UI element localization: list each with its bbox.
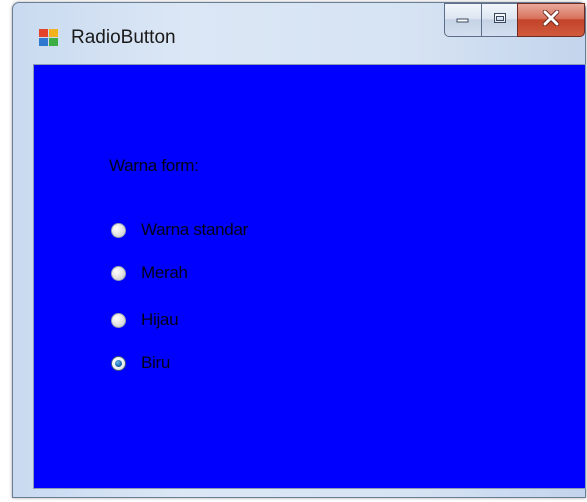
minimize-button[interactable] <box>444 3 481 37</box>
radio-circle[interactable] <box>111 312 126 328</box>
radio-hijau[interactable]: Hijau <box>111 308 179 332</box>
maximize-button[interactable] <box>481 3 517 37</box>
radio-label: Warna standar <box>141 220 248 239</box>
radio-warna-standar[interactable]: Warna standar <box>111 218 248 242</box>
radio-selected-dot <box>115 359 122 367</box>
minimize-icon <box>456 11 470 29</box>
radio-circle[interactable] <box>111 265 126 281</box>
radio-circle-selected[interactable] <box>111 355 126 371</box>
radio-merah[interactable]: Merah <box>111 261 188 285</box>
form-client-area: Warna form: Warna standar Merah Hijau Bi… <box>33 64 586 489</box>
maximize-icon <box>493 11 507 29</box>
close-icon <box>541 9 561 31</box>
warna-form-label: Warna form: <box>109 156 199 175</box>
app-window: RadioButton Warna form: Warna standar Me… <box>12 2 586 498</box>
radio-biru[interactable]: Biru <box>111 351 170 375</box>
radio-label: Merah <box>141 263 188 282</box>
window-title: RadioButton <box>71 27 176 48</box>
windows-form-icon[interactable] <box>39 29 59 47</box>
caption-buttons <box>444 3 585 41</box>
title-bar[interactable]: RadioButton <box>13 3 585 65</box>
close-button[interactable] <box>517 3 585 37</box>
radio-label: Hijau <box>141 310 179 329</box>
radio-label: Biru <box>141 353 171 372</box>
radio-circle[interactable] <box>111 222 126 238</box>
